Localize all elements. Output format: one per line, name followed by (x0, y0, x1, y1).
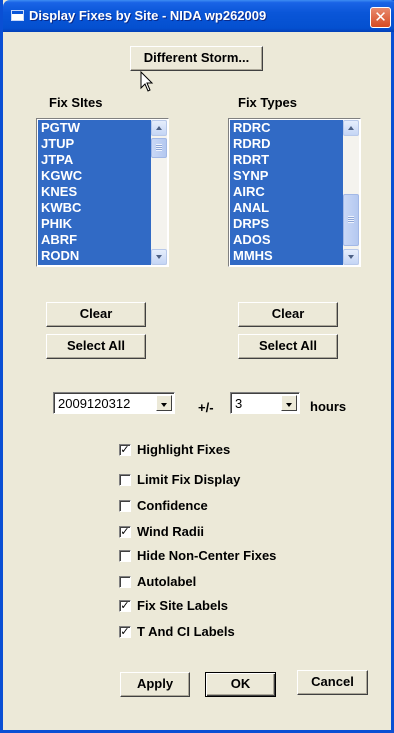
list-item[interactable]: ABRF (38, 232, 151, 248)
scrollbar-thumb[interactable] (151, 138, 167, 158)
different-storm-button[interactable]: Different Storm... (130, 46, 263, 71)
checkbox-label: Confidence (137, 498, 208, 513)
date-time-value: 2009120312 (58, 396, 131, 411)
date-time-select[interactable]: 2009120312 (53, 392, 175, 414)
checkbox-label: T And CI Labels (137, 624, 235, 639)
fix-types-select-all-button[interactable]: Select All (238, 334, 338, 359)
close-button[interactable]: ✕ (370, 7, 391, 28)
title-bar[interactable]: Display Fixes by Site - NIDA wp262009 ✕ (3, 0, 394, 32)
scroll-up-arrow-icon[interactable] (343, 120, 359, 136)
list-item[interactable]: JTUP (38, 136, 151, 152)
list-item[interactable]: SYNP (230, 168, 343, 184)
scroll-up-arrow-icon[interactable] (151, 120, 167, 136)
fix-sites-list: PGTW JTUP JTPA KGWC KNES KWBC PHIK ABRF … (38, 120, 151, 265)
list-item[interactable]: KWBC (38, 200, 151, 216)
fix-sites-clear-button[interactable]: Clear (46, 302, 146, 327)
checkbox[interactable] (119, 576, 131, 588)
window-icon (11, 10, 24, 21)
fix-types-scrollbar[interactable] (343, 120, 359, 265)
ok-button[interactable]: OK (205, 672, 276, 697)
plus-minus-label: +/- (198, 400, 214, 415)
hours-label: hours (310, 399, 347, 414)
apply-button[interactable]: Apply (120, 672, 190, 697)
checkbox[interactable] (119, 474, 131, 486)
list-item[interactable]: ADOS (230, 232, 343, 248)
fix-sites-label: Fix SItes (49, 95, 103, 110)
list-item[interactable]: RDRT (230, 152, 343, 168)
checkbox-label: Autolabel (137, 574, 197, 589)
list-item[interactable]: KGWC (38, 168, 151, 184)
dropdown-arrow-icon[interactable] (156, 395, 172, 411)
list-item[interactable]: AIRC (230, 184, 343, 200)
fix-types-label: Fix Types (238, 95, 298, 110)
scroll-down-arrow-icon[interactable] (343, 249, 359, 265)
checkbox[interactable]: ✓ (119, 444, 131, 456)
list-item[interactable]: PGTW (38, 120, 151, 136)
window-title: Display Fixes by Site - NIDA wp262009 (29, 8, 267, 23)
cancel-button[interactable]: Cancel (297, 670, 368, 695)
checkbox[interactable] (119, 550, 131, 562)
fix-types-list: RDRC RDRD RDRT SYNP AIRC ANAL DRPS ADOS … (230, 120, 343, 265)
list-item[interactable]: PHIK (38, 216, 151, 232)
fix-sites-select-all-button[interactable]: Select All (46, 334, 146, 359)
dropdown-arrow-icon[interactable] (281, 395, 297, 411)
checkbox[interactable]: ✓ (119, 600, 131, 612)
hours-select[interactable]: 3 (230, 392, 300, 414)
list-item[interactable]: RDRD (230, 136, 343, 152)
checkbox[interactable]: ✓ (119, 526, 131, 538)
fix-sites-scrollbar[interactable] (151, 120, 167, 265)
fix-sites-listbox[interactable]: PGTW JTUP JTPA KGWC KNES KWBC PHIK ABRF … (36, 118, 169, 267)
list-item[interactable]: JTPA (38, 152, 151, 168)
list-item[interactable]: RDRC (230, 120, 343, 136)
checkbox[interactable] (119, 500, 131, 512)
scroll-down-arrow-icon[interactable] (151, 249, 167, 265)
dialog-window: Display Fixes by Site - NIDA wp262009 ✕ … (0, 0, 394, 733)
checkbox-label: Fix Site Labels (137, 598, 229, 613)
checkbox-label: Hide Non-Center Fixes (137, 548, 277, 563)
list-item[interactable]: RODN (38, 248, 151, 264)
checkbox-label: Wind Radii (137, 524, 205, 539)
fix-types-clear-button[interactable]: Clear (238, 302, 338, 327)
scrollbar-thumb[interactable] (343, 194, 359, 246)
checkbox-label: Highlight Fixes (137, 442, 231, 457)
list-item[interactable]: DRPS (230, 216, 343, 232)
fix-types-listbox[interactable]: RDRC RDRD RDRT SYNP AIRC ANAL DRPS ADOS … (228, 118, 361, 267)
list-item[interactable]: MMHS (230, 248, 343, 264)
list-item[interactable]: KNES (38, 184, 151, 200)
list-item[interactable]: ANAL (230, 200, 343, 216)
checkbox[interactable]: ✓ (119, 626, 131, 638)
hours-value: 3 (235, 396, 243, 411)
mouse-pointer-icon (140, 71, 154, 92)
checkbox-label: Limit Fix Display (137, 472, 241, 487)
